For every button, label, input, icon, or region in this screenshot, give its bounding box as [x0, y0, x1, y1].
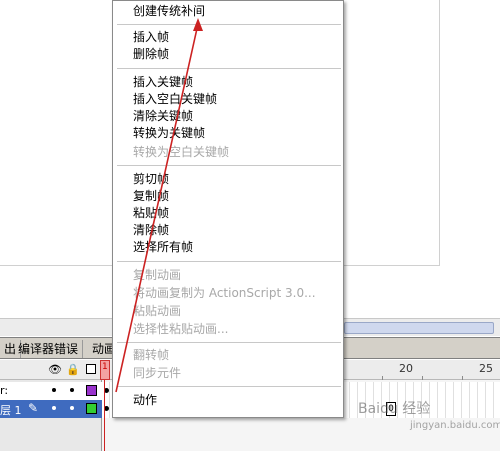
context-menu: 创建传统补间 插入帧 删除帧 插入关键帧 插入空白关键帧 清除关键帧 转换为关键… [112, 0, 344, 418]
visibility-dot[interactable] [52, 388, 56, 392]
menu-item-copy-frames[interactable]: 复制帧 [133, 188, 169, 204]
menu-separator [117, 342, 341, 343]
stage-gutter [440, 0, 500, 318]
layer-color-swatch[interactable] [86, 403, 97, 414]
menu-item-paste-motion-special: 选择性粘贴动画... [133, 322, 229, 336]
playhead-line [104, 380, 105, 451]
lock-dot[interactable] [70, 388, 74, 392]
menu-separator [117, 386, 341, 387]
pencil-icon: ✎ [28, 401, 39, 415]
menu-item-paste-frames[interactable]: 粘贴帧 [133, 205, 169, 221]
menu-separator [117, 24, 341, 25]
menu-item-cut-frames[interactable]: 剪切帧 [133, 171, 169, 187]
menu-item-paste-motion: 粘贴动画 [133, 304, 182, 318]
menu-item-insert-frame[interactable]: 插入帧 [133, 29, 169, 45]
menu-separator [117, 165, 341, 166]
menu-item-convert-to-blank-keyframe: 转换为空白关键帧 [133, 145, 230, 159]
menu-item-clear-frames[interactable]: 清除帧 [133, 222, 169, 238]
menu-item-insert-keyframe[interactable]: 插入关键帧 [133, 74, 193, 90]
menu-item-copy-motion: 复制动画 [133, 268, 182, 282]
menu-item-create-classic-tween[interactable]: 创建传统补间 [133, 3, 205, 19]
menu-separator [117, 68, 341, 69]
tab-compiler-errors[interactable]: 编译器错误 [14, 340, 84, 358]
menu-item-remove-frame[interactable]: 删除帧 [133, 46, 169, 62]
watermark: Baidu 经验 [358, 401, 431, 417]
menu-separator [117, 261, 341, 262]
menu-item-sync-symbols: 同步元件 [133, 366, 182, 380]
ruler-label-25: 25 [479, 362, 493, 375]
menu-item-convert-to-keyframe[interactable]: 转换为关键帧 [133, 125, 205, 141]
menu-item-reverse-frames: 翻转帧 [133, 348, 170, 362]
playhead[interactable]: 1 [100, 360, 110, 380]
lock-dot[interactable] [70, 406, 74, 410]
scrollbar-thumb[interactable] [344, 322, 494, 334]
menu-item-copy-motion-as-as3: 将动画复制为 ActionScript 3.0... [133, 286, 316, 300]
menu-item-clear-keyframe[interactable]: 清除关键帧 [133, 108, 193, 124]
eye-icon[interactable]: 👁 [48, 363, 62, 376]
menu-item-insert-blank-keyframe[interactable]: 插入空白关键帧 [133, 91, 217, 107]
menu-item-select-all-frames[interactable]: 选择所有帧 [133, 239, 193, 255]
ruler-label-20: 20 [399, 362, 413, 375]
menu-item-actions[interactable]: 动作 [133, 392, 157, 408]
layer-name[interactable]: 层 1 [0, 402, 22, 418]
visibility-dot[interactable] [52, 406, 56, 410]
watermark-url: jingyan.baidu.com [410, 420, 500, 431]
lock-icon[interactable]: 🔒 [66, 363, 80, 376]
playhead-frame-number: 1 [102, 362, 108, 372]
layer-name[interactable]: r: [0, 384, 8, 397]
layer-color-swatch[interactable] [86, 385, 97, 396]
outline-icon[interactable] [86, 364, 96, 374]
